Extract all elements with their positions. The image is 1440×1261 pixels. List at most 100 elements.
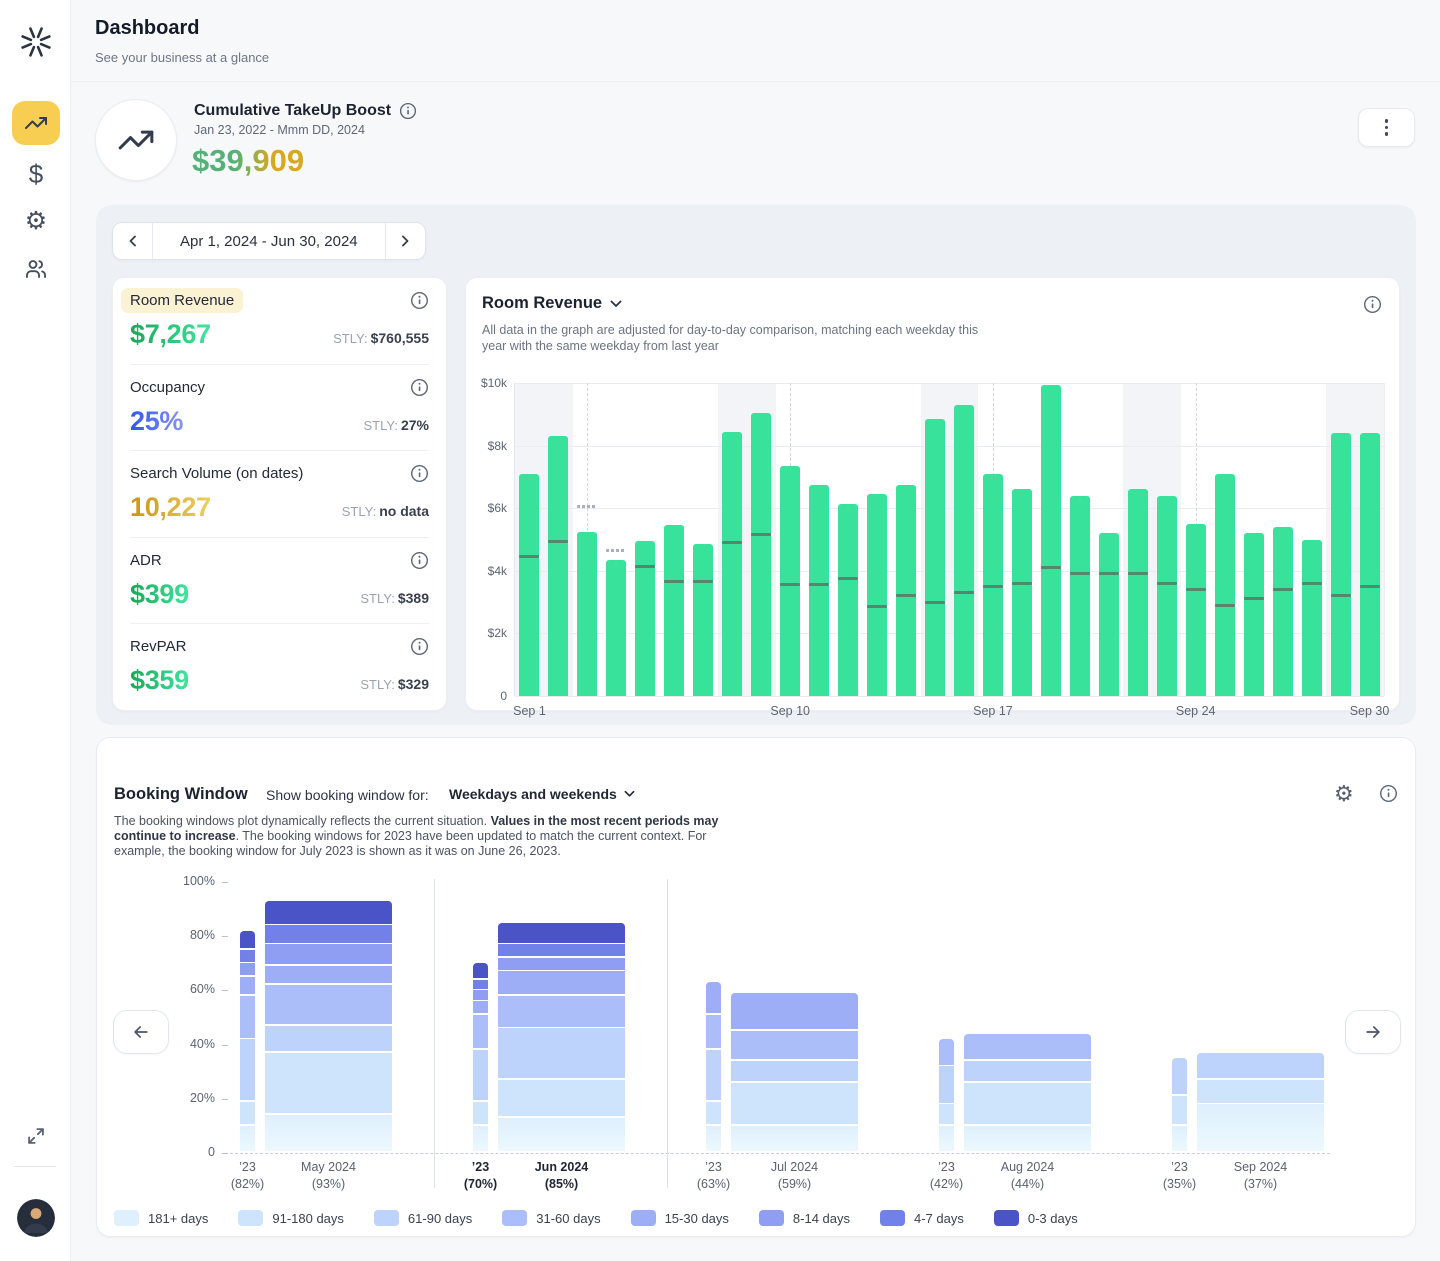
sidebar-item-analytics[interactable]	[12, 101, 60, 145]
prev-year-stacked-bar[interactable]	[240, 931, 255, 948]
current-stacked-bar[interactable]	[498, 923, 625, 943]
current-stacked-bar[interactable]	[498, 971, 625, 994]
current-stacked-bar[interactable]	[964, 1034, 1091, 1060]
metric-room-revenue[interactable]: Room Revenue $7,267 STLY:$760,555	[130, 278, 429, 365]
prev-year-stacked-bar[interactable]	[939, 1066, 954, 1102]
current-stacked-bar[interactable]	[265, 944, 392, 964]
prev-year-stacked-bar[interactable]	[1172, 1058, 1187, 1094]
revenue-bar[interactable]	[1215, 474, 1235, 696]
prev-year-stacked-bar[interactable]	[240, 1039, 255, 1100]
prev-year-stacked-bar[interactable]	[240, 1102, 255, 1125]
revenue-bar[interactable]	[838, 504, 858, 696]
revenue-bar[interactable]	[809, 485, 829, 696]
sidebar-item-settings[interactable]: ⚙	[12, 199, 60, 243]
prev-year-stacked-bar[interactable]	[1172, 1126, 1187, 1152]
current-stacked-bar[interactable]	[498, 1080, 625, 1116]
current-stacked-bar[interactable]	[265, 925, 392, 942]
prev-year-stacked-bar[interactable]	[706, 1050, 721, 1100]
current-stacked-bar[interactable]	[731, 993, 858, 1029]
current-stacked-bar[interactable]	[1197, 1080, 1324, 1103]
prev-year-stacked-bar[interactable]	[240, 996, 255, 1038]
revenue-bar[interactable]	[693, 544, 713, 696]
revenue-bar[interactable]	[606, 560, 626, 696]
revenue-bar[interactable]	[780, 466, 800, 696]
revenue-bar[interactable]	[519, 474, 539, 696]
scroll-left-button[interactable]	[113, 1010, 169, 1054]
revenue-bar[interactable]	[1099, 533, 1119, 696]
sidebar-item-revenue[interactable]: $	[12, 152, 60, 196]
revenue-bar[interactable]	[867, 494, 887, 696]
prev-year-stacked-bar[interactable]	[706, 1102, 721, 1125]
more-options-button[interactable]	[1358, 108, 1415, 147]
current-stacked-bar[interactable]	[265, 985, 392, 1024]
prev-year-stacked-bar[interactable]	[473, 1050, 488, 1100]
revenue-bar[interactable]	[1360, 433, 1380, 696]
prev-year-stacked-bar[interactable]	[473, 1001, 488, 1013]
prev-year-stacked-bar[interactable]	[473, 990, 488, 999]
info-icon[interactable]	[399, 102, 417, 120]
current-stacked-bar[interactable]	[498, 996, 625, 1027]
current-stacked-bar[interactable]	[1197, 1053, 1324, 1079]
previous-period-button[interactable]	[113, 223, 152, 259]
prev-year-stacked-bar[interactable]	[1172, 1096, 1187, 1124]
sidebar-item-users[interactable]	[12, 247, 60, 291]
current-stacked-bar[interactable]	[964, 1061, 1091, 1081]
revenue-bar[interactable]	[1273, 527, 1293, 696]
current-stacked-bar[interactable]	[265, 1026, 392, 1052]
prev-year-stacked-bar[interactable]	[240, 963, 255, 975]
scroll-right-button[interactable]	[1345, 1010, 1401, 1054]
prev-year-stacked-bar[interactable]	[706, 982, 721, 1013]
current-stacked-bar[interactable]	[1197, 1104, 1324, 1151]
info-icon[interactable]	[410, 637, 429, 656]
revenue-bar[interactable]	[664, 525, 684, 696]
current-stacked-bar[interactable]	[731, 1126, 858, 1152]
current-stacked-bar[interactable]	[731, 1031, 858, 1059]
metric-occupancy[interactable]: Occupancy 25% STLY:27%	[130, 365, 429, 452]
current-stacked-bar[interactable]	[265, 966, 392, 983]
revenue-bar[interactable]	[896, 485, 916, 696]
info-icon[interactable]	[410, 291, 429, 310]
revenue-bar[interactable]	[1331, 433, 1351, 696]
avatar[interactable]	[17, 1199, 55, 1237]
prev-year-stacked-bar[interactable]	[473, 980, 488, 989]
revenue-bar[interactable]	[1157, 496, 1177, 696]
chart-metric-dropdown[interactable]: Room Revenue	[482, 294, 622, 313]
current-stacked-bar[interactable]	[498, 958, 625, 970]
prev-year-stacked-bar[interactable]	[473, 1015, 488, 1049]
revenue-bar[interactable]	[1244, 533, 1264, 696]
current-stacked-bar[interactable]	[498, 1028, 625, 1078]
info-icon[interactable]	[410, 551, 429, 570]
metric-adr[interactable]: ADR $399 STLY:$389	[130, 538, 429, 625]
prev-year-stacked-bar[interactable]	[240, 977, 255, 994]
revenue-bar[interactable]	[1186, 524, 1206, 696]
prev-year-stacked-bar[interactable]	[240, 1126, 255, 1152]
revenue-bar[interactable]	[1128, 489, 1148, 696]
prev-year-stacked-bar[interactable]	[473, 963, 488, 978]
current-stacked-bar[interactable]	[731, 1061, 858, 1081]
revenue-bar[interactable]	[1012, 489, 1032, 696]
prev-year-stacked-bar[interactable]	[939, 1104, 954, 1124]
current-stacked-bar[interactable]	[731, 1083, 858, 1125]
current-stacked-bar[interactable]	[265, 901, 392, 924]
metric-search-volume[interactable]: Search Volume (on dates) 10,227 STLY:no …	[130, 451, 429, 538]
revenue-bar[interactable]	[1070, 496, 1090, 696]
revenue-bar[interactable]	[925, 419, 945, 696]
current-stacked-bar[interactable]	[964, 1126, 1091, 1152]
revenue-bar[interactable]	[1302, 540, 1322, 697]
prev-year-stacked-bar[interactable]	[706, 1126, 721, 1152]
revenue-bar[interactable]	[722, 432, 742, 696]
revenue-bar[interactable]	[548, 436, 568, 696]
prev-year-stacked-bar[interactable]	[939, 1039, 954, 1065]
expand-sidebar-button[interactable]	[12, 1114, 60, 1158]
current-stacked-bar[interactable]	[265, 1115, 392, 1151]
revenue-bar[interactable]	[1041, 385, 1061, 696]
prev-year-stacked-bar[interactable]	[240, 950, 255, 962]
revenue-bar[interactable]	[577, 532, 597, 696]
date-range-display[interactable]: Apr 1, 2024 - Jun 30, 2024	[152, 223, 386, 259]
metric-revpar[interactable]: RevPAR $359 STLY:$329	[130, 624, 429, 711]
info-icon[interactable]	[410, 378, 429, 397]
info-icon[interactable]	[1363, 295, 1382, 314]
revenue-bar[interactable]	[954, 405, 974, 696]
prev-year-stacked-bar[interactable]	[939, 1126, 954, 1152]
app-logo[interactable]	[16, 22, 56, 62]
